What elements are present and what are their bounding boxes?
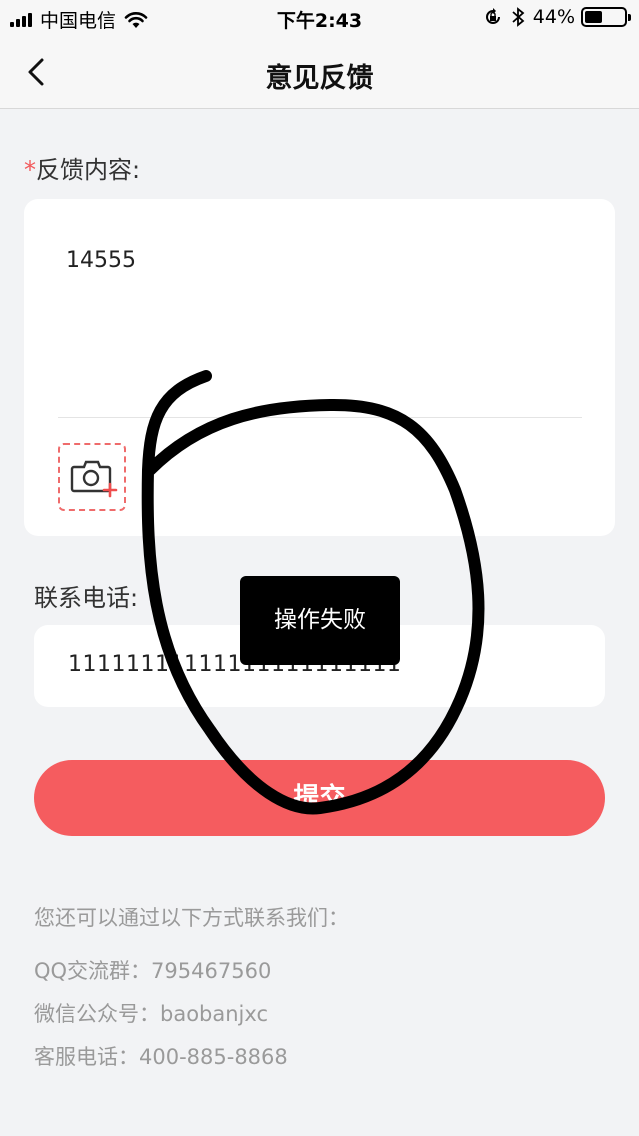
submit-button[interactable]: 提交: [34, 760, 605, 836]
contact-qq: QQ交流群：795467560: [34, 959, 272, 983]
bluetooth-icon: [512, 7, 525, 27]
toast-message: 操作失败: [240, 576, 400, 665]
battery-icon: [581, 7, 631, 27]
phone-label: 联系电话:: [34, 584, 139, 612]
battery-percent: 44%: [532, 6, 575, 28]
feedback-textarea[interactable]: 14555: [66, 248, 136, 273]
status-bar: 中国电信 下午2:43 44%: [0, 0, 639, 36]
add-photo-button[interactable]: [58, 443, 126, 511]
contact-wechat: 微信公众号：baobanjxc: [34, 1002, 268, 1026]
feedback-label: *反馈内容:: [24, 150, 140, 185]
contact-service-phone: 客服电话：400-885-8868: [34, 1045, 288, 1069]
page-title: 意见反馈: [265, 63, 374, 94]
orientation-lock-icon: [485, 8, 500, 24]
divider: [58, 417, 582, 418]
camera-add-icon: [70, 460, 118, 498]
contact-intro: 您还可以通过以下方式联系我们：: [34, 906, 349, 930]
nav-bar: 意见反馈: [0, 36, 639, 109]
feedback-label-text: 反馈内容:: [36, 156, 141, 184]
required-mark: *: [24, 156, 36, 184]
